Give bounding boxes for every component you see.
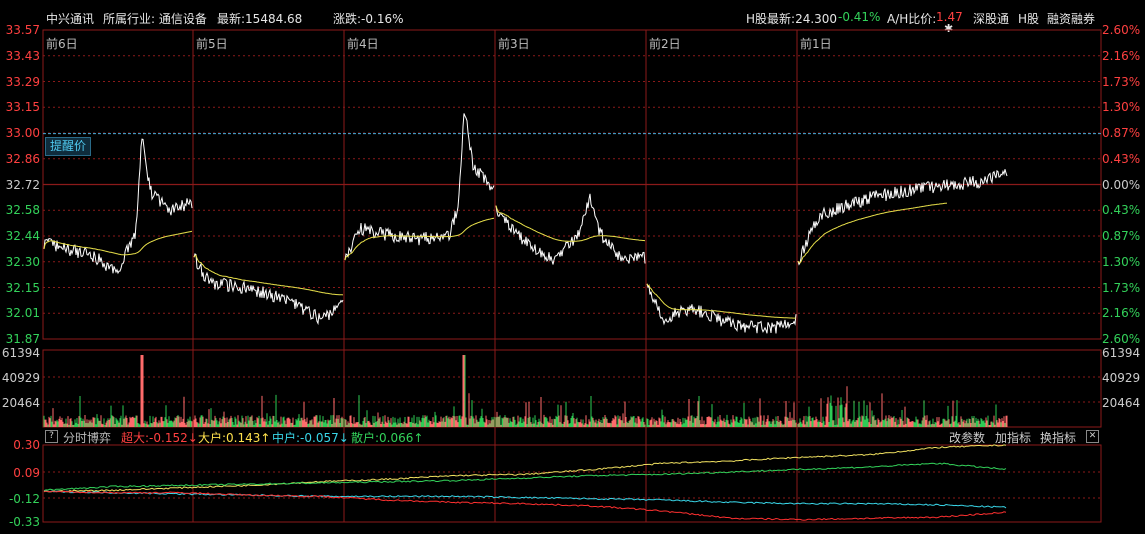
price-axis-label: 31.87 [5,332,40,346]
price-axis-label: 32.01 [5,306,40,321]
volume-axis-label: 40929 [1,371,40,385]
percent-axis-label: 2.60% [1102,332,1141,346]
add-indicator-button[interactable]: 加指标 [995,429,1031,446]
percent-axis-label: 2.16% [1102,48,1141,63]
volume-axis-label: 61394 [1,346,40,360]
change-params-button[interactable]: 改参数 [949,429,985,446]
price-line [797,169,1008,266]
medium-value: 中户:-0.057↓ [272,431,349,445]
large-value: 大户:0.143↑ [198,431,271,445]
super-large-series-line [43,490,1007,521]
day-label: 前2日 [649,37,681,51]
day-label: 前6日 [46,37,78,51]
close-icon[interactable]: ✕ [1086,430,1099,443]
percent-axis-label: 1.30% [1102,254,1141,269]
large-series-line [43,444,1007,493]
indicator-axis-label: -0.12 [8,492,40,506]
indicator-axis-label: 0.30 [13,438,40,452]
price-axis-label: 33.43 [5,48,40,63]
super-large-value: 超大:-0.152↓ [121,431,198,445]
price-axis-label: 33.00 [5,126,40,140]
percent-axis-label: 0.87% [1102,229,1141,243]
retail-series-line [43,462,1007,492]
reminder-price-button[interactable]: 提醒价 [45,137,91,156]
price-axis-label: 33.15 [5,100,40,115]
indicator-panel-frame [42,444,1102,523]
percent-axis-label: 0.43% [1102,203,1141,218]
retail-value: 散户:0.066↑ [351,431,424,445]
price-line [646,283,797,334]
price-axis-label: 33.57 [5,23,40,37]
percent-axis-label: 2.60% [1102,23,1141,37]
volume-axis-label: 20464 [1,396,40,410]
indicator-name[interactable]: 分时博弈 [63,429,111,446]
price-axis-label: 32.30 [5,254,40,269]
percent-axis-label: 1.73% [1102,280,1141,295]
volume-axis-label: 20464 [1102,396,1141,410]
help-icon[interactable]: ? [45,430,58,443]
percent-axis-label: 0.87% [1102,126,1141,140]
indicator-axis-label: 0.09 [13,466,40,480]
volume-axis-label: 61394 [1102,346,1141,360]
percent-axis-label: 0.43% [1102,151,1141,166]
price-axis-label: 32.15 [5,280,40,295]
percent-axis-label: 1.73% [1102,74,1141,89]
percent-axis-label: 2.16% [1102,306,1141,321]
price-axis-label: 32.72 [5,177,40,192]
price-axis-label: 32.58 [5,203,40,218]
day-label: 前3日 [498,37,530,51]
average-price-line [797,202,948,264]
price-axis-label: 32.44 [5,229,40,243]
indicator-axis-label: -0.33 [8,515,40,529]
indicator-bar: ? 分时博弈 超大:-0.152↓ 大户:0.143↑ 中户:-0.057↓ 散… [43,428,1101,446]
volume-bars [43,355,1008,427]
switch-indicator-button[interactable]: 换指标 [1040,429,1076,446]
chart-lines [43,113,1008,521]
day-label: 前1日 [800,37,832,51]
price-axis-label: 32.86 [5,151,40,166]
chart-canvas[interactable] [0,0,1145,534]
percent-axis-label: 1.30% [1102,100,1141,115]
price-line [495,193,646,265]
price-line [344,113,495,261]
price-axis-label: 33.29 [5,74,40,89]
day-label: 前4日 [347,37,379,51]
day-label: 前5日 [196,37,228,51]
volume-axis-label: 40929 [1102,371,1141,385]
percent-axis-label: 0.00% [1102,177,1141,192]
average-price-line [193,254,344,296]
